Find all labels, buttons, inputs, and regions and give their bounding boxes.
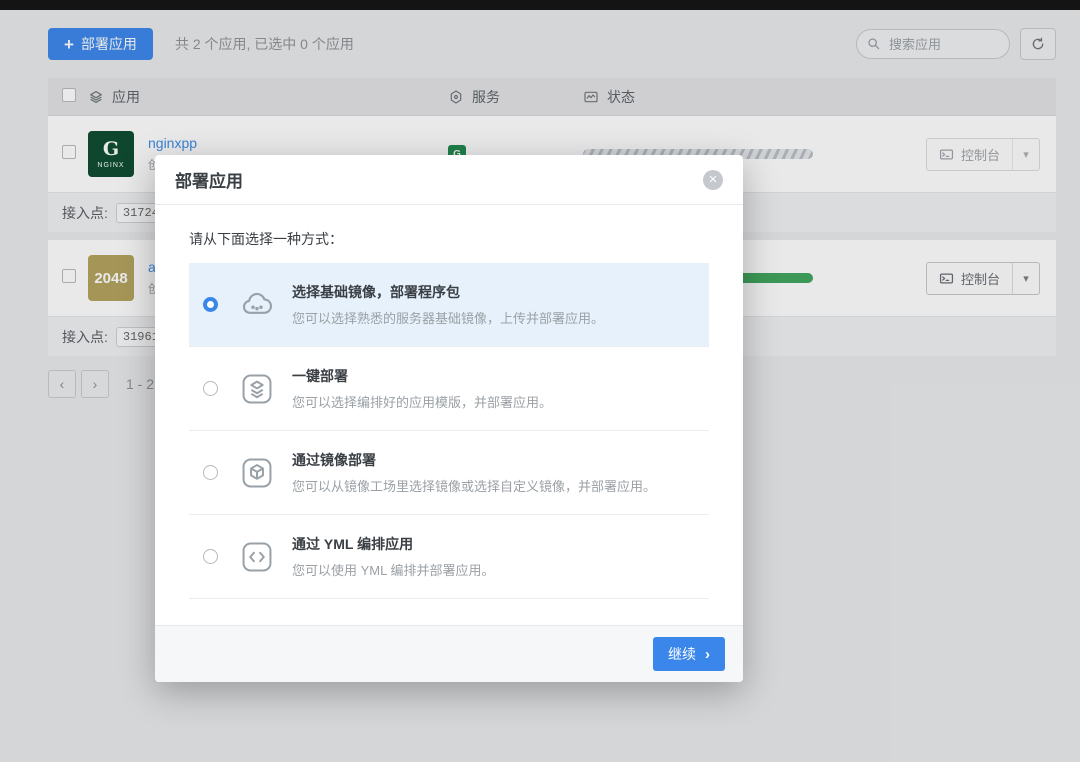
option-title: 选择基础镜像，部署程序包 — [292, 284, 460, 300]
option-via-image[interactable]: 通过镜像部署 您可以从镜像工场里选择镜像或选择自定义镜像，并部署应用。 — [189, 431, 709, 515]
continue-button[interactable]: 继续 › — [653, 637, 725, 671]
template-stack-icon — [240, 372, 274, 406]
radio-unselected[interactable] — [203, 465, 218, 480]
modal-footer: 继续 › — [155, 625, 743, 682]
modal-overlay: 部署应用 ✕ 请从下面选择一种方式： 选择基础镜像，部署程序包 您可以选择熟悉的… — [0, 0, 1080, 762]
option-base-image[interactable]: 选择基础镜像，部署程序包 您可以选择熟悉的服务器基础镜像，上传并部署应用。 — [189, 263, 709, 347]
continue-button-label: 继续 — [668, 646, 696, 662]
modal-title: 部署应用 — [175, 172, 243, 191]
option-title: 通过 YML 编排应用 — [292, 536, 414, 552]
modal-body: 请从下面选择一种方式： 选择基础镜像，部署程序包 您可以选择熟悉的服务器基础镜像… — [155, 205, 743, 603]
deploy-app-modal: 部署应用 ✕ 请从下面选择一种方式： 选择基础镜像，部署程序包 您可以选择熟悉的… — [155, 155, 743, 682]
option-desc: 您可以从镜像工场里选择镜像或选择自定义镜像，并部署应用。 — [292, 479, 657, 494]
radio-selected[interactable] — [203, 297, 218, 312]
close-glyph: ✕ — [708, 173, 718, 186]
radio-unselected[interactable] — [203, 549, 218, 564]
package-icon — [240, 456, 274, 490]
radio-unselected[interactable] — [203, 381, 218, 396]
option-title: 通过镜像部署 — [292, 452, 376, 468]
option-one-click[interactable]: 一键部署 您可以选择编排好的应用模版，并部署应用。 — [189, 347, 709, 431]
chevron-right-icon: › — [705, 645, 710, 663]
option-desc: 您可以选择熟悉的服务器基础镜像，上传并部署应用。 — [292, 311, 605, 326]
modal-prompt: 请从下面选择一种方式： — [189, 231, 343, 247]
option-desc: 您可以选择编排好的应用模版，并部署应用。 — [292, 395, 553, 410]
modal-header: 部署应用 ✕ — [155, 155, 743, 205]
option-yml[interactable]: 通过 YML 编排应用 您可以使用 YML 编排并部署应用。 — [189, 515, 709, 599]
close-icon[interactable]: ✕ — [703, 169, 723, 190]
option-desc: 您可以使用 YML 编排并部署应用。 — [292, 563, 495, 578]
cloud-upload-icon — [240, 288, 274, 322]
option-title: 一键部署 — [292, 368, 348, 384]
code-brackets-icon — [240, 540, 274, 574]
